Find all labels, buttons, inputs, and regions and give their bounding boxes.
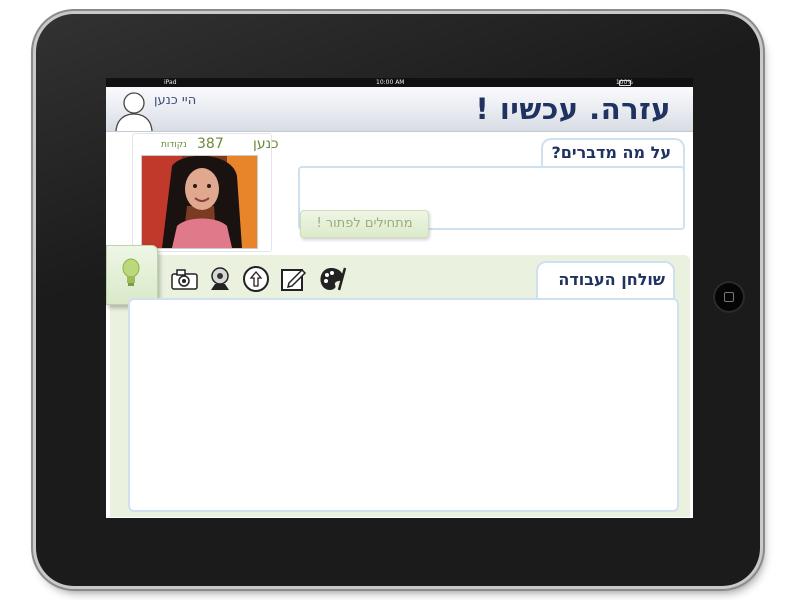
question-label: על מה מדברים? — [551, 143, 671, 162]
hint-tab[interactable] — [106, 245, 158, 305]
edit-icon[interactable] — [278, 264, 308, 294]
workspace-canvas[interactable] — [128, 298, 679, 512]
webcam-icon[interactable] — [205, 264, 235, 294]
profile-points: 387 — [197, 136, 224, 152]
app-header: היי כנען עזרה. עכשיו ! — [106, 87, 693, 132]
profile-points-label: נקודות — [161, 140, 187, 150]
avatar-placeholder-icon[interactable] — [112, 88, 156, 131]
profile-name: כנען — [253, 136, 279, 152]
palette-icon[interactable] — [317, 264, 347, 294]
app-screen: iPad 10:00 AM 100% היי כנען עזרה. עכשיו … — [106, 78, 693, 518]
upload-icon[interactable] — [241, 264, 271, 294]
app-title: עזרה. עכשיו ! — [475, 92, 671, 126]
battery-icon — [619, 80, 631, 86]
workspace-label: שולחן העבודה — [558, 270, 665, 289]
lightbulb-icon — [122, 258, 140, 286]
start-solving-button[interactable]: מתחילים לפתור ! — [300, 210, 429, 238]
camera-icon[interactable] — [169, 264, 199, 294]
status-bar: iPad 10:00 AM 100% — [106, 78, 693, 87]
home-button[interactable] — [713, 281, 745, 313]
user-greeting[interactable]: היי כנען — [154, 93, 196, 108]
status-device-label: iPad — [164, 79, 177, 86]
profile-photo[interactable] — [141, 155, 258, 249]
status-time: 10:00 AM — [376, 79, 405, 86]
